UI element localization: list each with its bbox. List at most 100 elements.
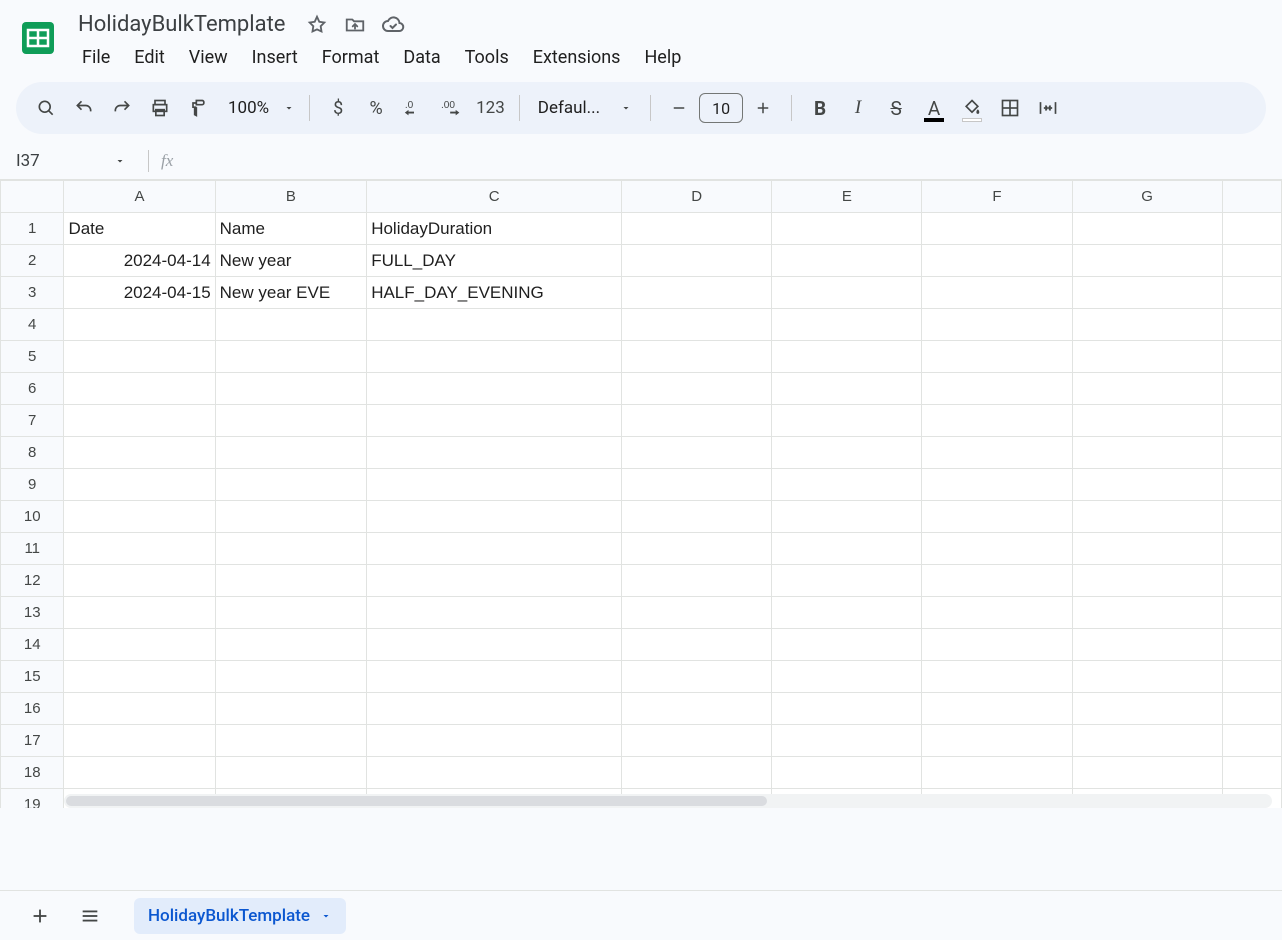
cell[interactable] — [622, 341, 772, 373]
row-header[interactable]: 13 — [1, 597, 64, 629]
cell[interactable] — [622, 629, 772, 661]
cell[interactable] — [922, 341, 1072, 373]
cell[interactable] — [1222, 469, 1281, 501]
cell[interactable] — [772, 245, 922, 277]
spreadsheet-grid[interactable]: A B C D E F G 1 Date Name HolidayDuratio… — [0, 180, 1282, 808]
cell[interactable] — [367, 437, 622, 469]
row-header[interactable]: 6 — [1, 373, 64, 405]
cell[interactable] — [1222, 565, 1281, 597]
cell[interactable] — [922, 309, 1072, 341]
cell[interactable] — [1222, 501, 1281, 533]
menu-extensions[interactable]: Extensions — [523, 43, 631, 72]
cell[interactable] — [772, 437, 922, 469]
cell[interactable] — [772, 309, 922, 341]
cell[interactable] — [922, 757, 1072, 789]
row-header[interactable]: 19 — [1, 789, 64, 809]
zoom-dropdown[interactable]: 100% — [218, 90, 299, 126]
cell[interactable] — [1222, 533, 1281, 565]
cell[interactable] — [1072, 373, 1222, 405]
borders-button[interactable] — [992, 90, 1028, 126]
cell[interactable]: HolidayDuration — [367, 213, 622, 245]
select-all-corner[interactable] — [1, 181, 64, 213]
cell[interactable] — [772, 565, 922, 597]
increase-decimal-button[interactable]: .00 — [434, 90, 470, 126]
cell[interactable] — [1222, 245, 1281, 277]
cell[interactable] — [367, 405, 622, 437]
cell[interactable] — [367, 757, 622, 789]
cell[interactable] — [1222, 597, 1281, 629]
merge-cells-button[interactable] — [1030, 90, 1066, 126]
cell[interactable] — [1072, 597, 1222, 629]
cell[interactable] — [622, 757, 772, 789]
cell[interactable] — [367, 309, 622, 341]
cell[interactable] — [772, 757, 922, 789]
cell[interactable] — [215, 533, 367, 565]
cell[interactable] — [1222, 277, 1281, 309]
decrease-decimal-button[interactable]: .0 — [396, 90, 432, 126]
cell[interactable] — [1222, 405, 1281, 437]
cell[interactable] — [215, 405, 367, 437]
number-format-dropdown[interactable]: 123 — [472, 90, 509, 126]
cell[interactable] — [622, 501, 772, 533]
row-header[interactable]: 16 — [1, 693, 64, 725]
cell[interactable] — [772, 469, 922, 501]
cell[interactable] — [1072, 501, 1222, 533]
cell[interactable] — [1222, 373, 1281, 405]
row-header[interactable]: 14 — [1, 629, 64, 661]
cell[interactable] — [922, 405, 1072, 437]
cell[interactable]: Date — [64, 213, 215, 245]
cell[interactable] — [622, 661, 772, 693]
row-header[interactable]: 7 — [1, 405, 64, 437]
cell[interactable] — [622, 245, 772, 277]
fill-color-button[interactable] — [954, 90, 990, 126]
cell[interactable] — [215, 341, 367, 373]
print-button[interactable] — [142, 90, 178, 126]
bold-button[interactable]: B — [802, 90, 838, 126]
cell[interactable] — [1072, 405, 1222, 437]
cell[interactable] — [367, 501, 622, 533]
cell[interactable] — [215, 757, 367, 789]
cell[interactable] — [1222, 341, 1281, 373]
cell[interactable] — [64, 469, 215, 501]
cell[interactable] — [64, 565, 215, 597]
col-header-B[interactable]: B — [215, 181, 367, 213]
cell[interactable] — [367, 469, 622, 501]
scrollbar-thumb[interactable] — [66, 796, 767, 806]
cell[interactable] — [772, 277, 922, 309]
cell[interactable] — [1072, 277, 1222, 309]
cell[interactable] — [64, 373, 215, 405]
menu-insert[interactable]: Insert — [242, 43, 308, 72]
cell[interactable] — [922, 469, 1072, 501]
cell[interactable] — [922, 725, 1072, 757]
menu-edit[interactable]: Edit — [124, 43, 174, 72]
cell[interactable] — [215, 661, 367, 693]
cell[interactable] — [367, 693, 622, 725]
cell[interactable] — [622, 277, 772, 309]
sheet-tab-active[interactable]: HolidayBulkTemplate — [134, 898, 346, 934]
menu-data[interactable]: Data — [393, 43, 450, 72]
cell[interactable] — [367, 341, 622, 373]
cell[interactable] — [215, 469, 367, 501]
menu-help[interactable]: Help — [634, 43, 691, 72]
cell[interactable] — [1072, 725, 1222, 757]
cell[interactable] — [622, 309, 772, 341]
cell[interactable] — [64, 757, 215, 789]
cell[interactable] — [215, 597, 367, 629]
cell[interactable] — [922, 597, 1072, 629]
row-header[interactable]: 18 — [1, 757, 64, 789]
italic-button[interactable]: I — [840, 90, 876, 126]
undo-button[interactable] — [66, 90, 102, 126]
row-header[interactable]: 12 — [1, 565, 64, 597]
row-header[interactable]: 3 — [1, 277, 64, 309]
cell[interactable] — [1072, 437, 1222, 469]
cell[interactable] — [922, 437, 1072, 469]
cell[interactable]: Name — [215, 213, 367, 245]
cell[interactable]: 2024-04-14 — [64, 245, 215, 277]
redo-button[interactable] — [104, 90, 140, 126]
row-header[interactable]: 17 — [1, 725, 64, 757]
currency-button[interactable]: $ — [320, 90, 356, 126]
row-header[interactable]: 11 — [1, 533, 64, 565]
col-header-D[interactable]: D — [622, 181, 772, 213]
cell[interactable] — [215, 725, 367, 757]
add-sheet-button[interactable] — [20, 896, 60, 936]
